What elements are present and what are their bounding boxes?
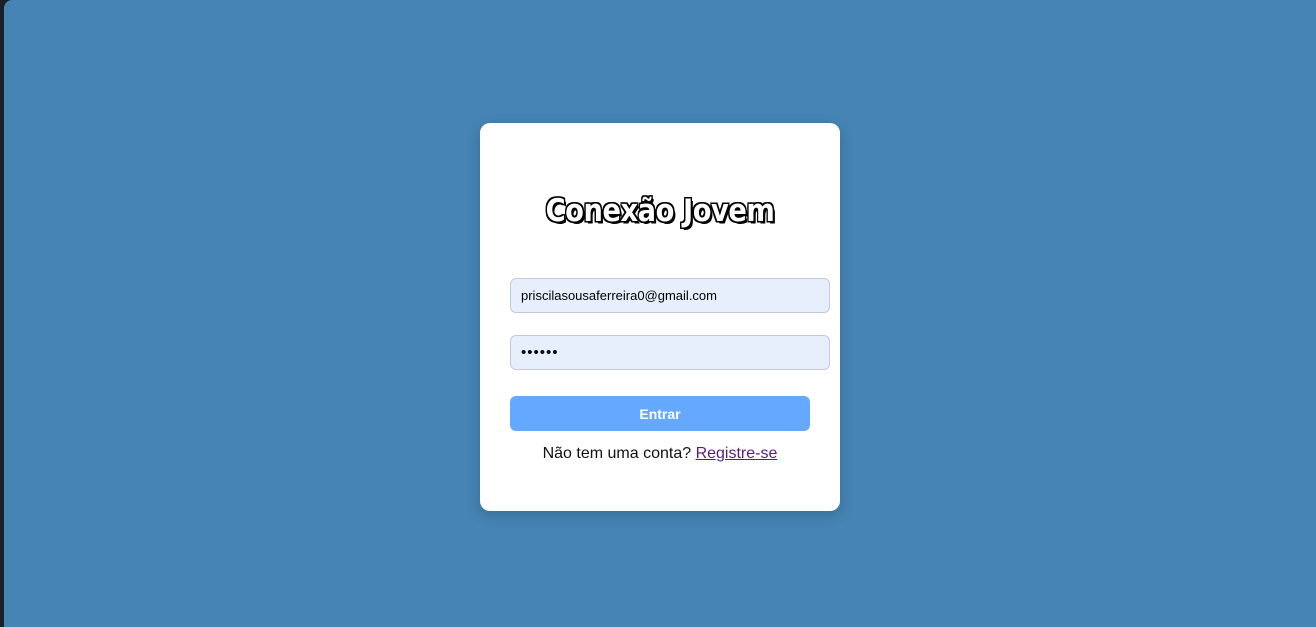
login-card: Conexão Jovem Entrar Não tem uma conta? … — [480, 123, 840, 511]
register-link[interactable]: Registre-se — [696, 445, 778, 462]
password-input[interactable] — [510, 335, 830, 370]
email-input[interactable] — [510, 278, 830, 313]
signup-prompt-text: Não tem uma conta? — [542, 445, 692, 462]
login-button[interactable]: Entrar — [510, 396, 810, 431]
signup-prompt: Não tem uma conta? Registre-se — [480, 445, 840, 463]
page-background: Conexão Jovem Entrar Não tem uma conta? … — [4, 0, 1316, 627]
app-logo-title: Conexão Jovem — [545, 193, 775, 229]
